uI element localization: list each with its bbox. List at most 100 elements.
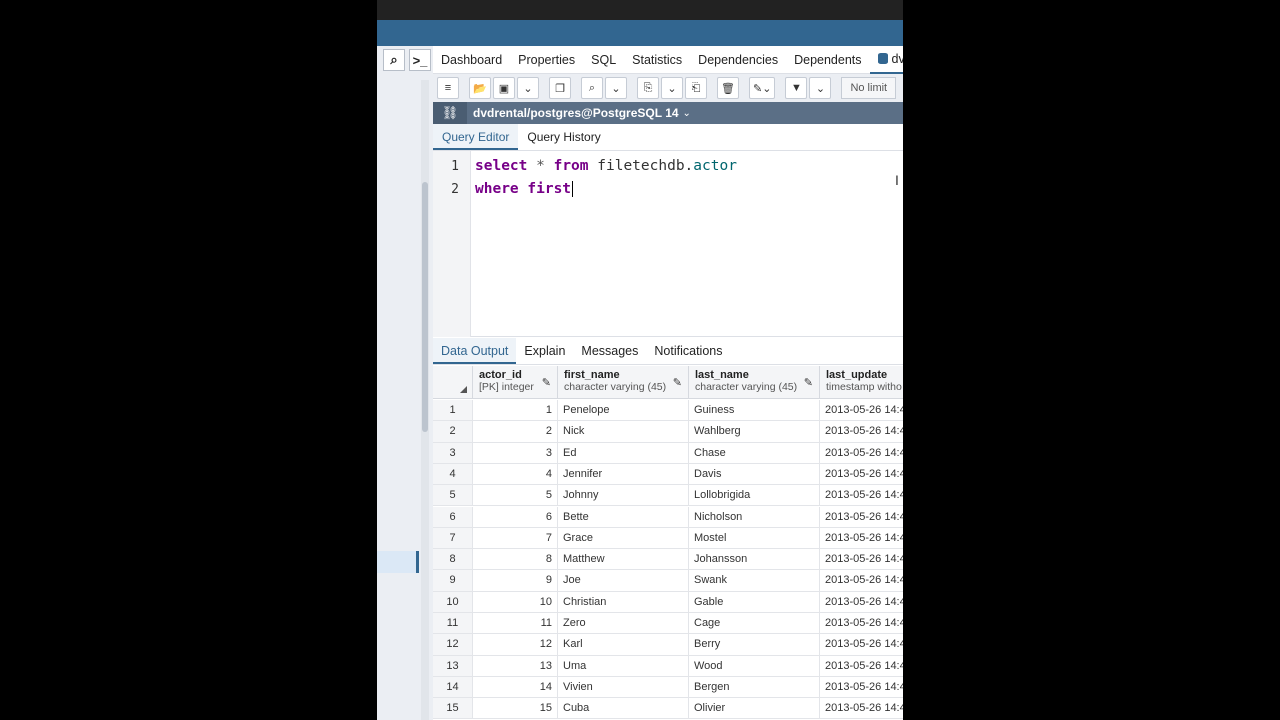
tab-query-history[interactable]: Query History xyxy=(518,124,609,150)
table-row[interactable]: 44JenniferDavis2013-05-26 14:47 xyxy=(433,463,903,486)
cell-actor-id[interactable]: 3 xyxy=(473,442,558,463)
cell-last-update[interactable]: 2013-05-26 14:47 xyxy=(820,507,903,527)
cell-first-name[interactable]: Grace xyxy=(558,527,689,549)
cell-first-name[interactable]: Jennifer xyxy=(558,463,689,485)
cell-actor-id[interactable]: 2 xyxy=(473,421,558,442)
cell-first-name[interactable]: Uma xyxy=(558,655,689,676)
save-icon[interactable]: ▣ xyxy=(493,77,515,99)
copy-chevron-down-icon[interactable]: ⌄ xyxy=(661,77,683,99)
table-row[interactable]: 55JohnnyLollobrigida2013-05-26 14:47 xyxy=(433,485,903,507)
row-number[interactable]: 11 xyxy=(433,613,473,634)
find-icon[interactable]: ⌕ xyxy=(581,77,603,99)
tab-dependencies[interactable]: Dependencies xyxy=(690,46,786,74)
tab-dashboard[interactable]: Dashboard xyxy=(433,46,510,74)
cell-last-update[interactable]: 2013-05-26 14:47 xyxy=(820,698,903,718)
tab-explain[interactable]: Explain xyxy=(516,338,573,364)
table-row[interactable]: 1414VivienBergen2013-05-26 14:47 xyxy=(433,676,903,699)
table-row[interactable]: 1313UmaWood2013-05-26 14:47 xyxy=(433,655,903,677)
cell-actor-id[interactable]: 5 xyxy=(473,485,558,506)
filter-chevron-down-icon[interactable]: ⌄ xyxy=(809,77,832,99)
db-menu-icon[interactable]: ≡ xyxy=(437,77,459,99)
cell-last-name[interactable]: Nicholson xyxy=(689,506,820,527)
tab-dependents[interactable]: Dependents xyxy=(786,46,869,74)
cell-last-update[interactable]: 2013-05-26 14:47 xyxy=(820,570,903,590)
cell-last-name[interactable]: Davis xyxy=(689,463,820,485)
cell-first-name[interactable]: Vivien xyxy=(558,676,689,698)
tab-sql[interactable]: SQL xyxy=(583,46,624,74)
cell-first-name[interactable]: Joe xyxy=(558,570,689,591)
row-number[interactable]: 10 xyxy=(433,591,473,612)
cell-last-name[interactable]: Guiness xyxy=(689,400,820,421)
cell-last-update[interactable]: 2013-05-26 14:47 xyxy=(820,443,903,463)
cell-first-name[interactable]: Matthew xyxy=(558,549,689,570)
cell-actor-id[interactable]: 13 xyxy=(473,655,558,676)
cell-first-name[interactable]: Ed xyxy=(558,442,689,463)
cell-last-name[interactable]: Olivier xyxy=(689,698,820,719)
cell-actor-id[interactable]: 14 xyxy=(473,676,558,698)
cell-last-update[interactable]: 2013-05-26 14:47 xyxy=(820,613,903,633)
table-row[interactable]: 1515CubaOlivier2013-05-26 14:47 xyxy=(433,698,903,720)
cell-last-name[interactable]: Swank xyxy=(689,570,820,591)
tab-query-editor[interactable]: Query Editor xyxy=(433,124,519,150)
cell-last-name[interactable]: Johansson xyxy=(689,549,820,570)
cell-first-name[interactable]: Christian xyxy=(558,591,689,612)
code-line-2[interactable]: where first xyxy=(475,181,574,197)
cell-actor-id[interactable]: 6 xyxy=(473,506,558,527)
cell-actor-id[interactable]: 8 xyxy=(473,549,558,570)
cell-last-update[interactable]: 2013-05-26 14:47 xyxy=(820,464,903,484)
cell-last-name[interactable]: Wood xyxy=(689,655,820,676)
cell-actor-id[interactable]: 7 xyxy=(473,527,558,549)
cell-last-name[interactable]: Bergen xyxy=(689,676,820,698)
cell-actor-id[interactable]: 10 xyxy=(473,591,558,612)
column-header-actor-id[interactable]: actor_id [PK] integer ✎ xyxy=(473,366,558,399)
column-header-last-name[interactable]: last_name character varying (45) ✎ xyxy=(689,366,820,399)
table-row[interactable]: 11PenelopeGuiness2013-05-26 14:47 xyxy=(433,400,903,422)
connection-bar[interactable]: ⛓ dvdrental/postgres@PostgreSQL 14 ⌄ xyxy=(433,102,903,124)
terminal-icon[interactable]: >_ xyxy=(409,49,431,71)
table-row[interactable]: 66BetteNicholson2013-05-26 14:47 xyxy=(433,506,903,528)
cell-actor-id[interactable]: 9 xyxy=(473,570,558,591)
save-data-icon[interactable]: ❐ xyxy=(549,77,571,99)
cell-last-update[interactable]: 2013-05-26 14:47 xyxy=(820,549,903,569)
cell-last-name[interactable]: Chase xyxy=(689,442,820,463)
cell-last-update[interactable]: 2013-05-26 14:47 xyxy=(820,485,903,505)
cell-first-name[interactable]: Zero xyxy=(558,613,689,634)
paste-icon[interactable]: ⎗ xyxy=(685,77,707,99)
row-number[interactable]: 7 xyxy=(433,527,473,549)
table-row[interactable]: 22NickWahlberg2013-05-26 14:47 xyxy=(433,421,903,443)
cell-last-update[interactable]: 2013-05-26 14:47 xyxy=(820,656,903,676)
column-header-last-update[interactable]: last_update timestamp witho xyxy=(820,366,903,399)
cell-last-update[interactable]: 2013-05-26 14:47 xyxy=(820,592,903,612)
cell-last-name[interactable]: Gable xyxy=(689,591,820,612)
row-number[interactable]: 1 xyxy=(433,400,473,421)
row-number[interactable]: 9 xyxy=(433,570,473,591)
cell-actor-id[interactable]: 4 xyxy=(473,463,558,485)
table-row[interactable]: 1212KarlBerry2013-05-26 14:47 xyxy=(433,634,903,656)
row-number[interactable]: 5 xyxy=(433,485,473,506)
row-number[interactable]: 15 xyxy=(433,698,473,719)
cell-last-update[interactable]: 2013-05-26 14:47 xyxy=(820,677,903,697)
cell-first-name[interactable]: Karl xyxy=(558,634,689,655)
cell-first-name[interactable]: Johnny xyxy=(558,485,689,506)
cell-first-name[interactable]: Bette xyxy=(558,506,689,527)
tab-query-tool[interactable]: dvdr xyxy=(869,46,903,74)
row-number[interactable]: 8 xyxy=(433,549,473,570)
cell-first-name[interactable]: Nick xyxy=(558,421,689,442)
find-chevron-down-icon[interactable]: ⌄ xyxy=(605,77,627,99)
tab-statistics[interactable]: Statistics xyxy=(624,46,690,74)
cell-last-name[interactable]: Mostel xyxy=(689,527,820,549)
table-row[interactable]: 77GraceMostel2013-05-26 14:47 xyxy=(433,527,903,550)
tab-data-output[interactable]: Data Output xyxy=(433,338,517,364)
cell-actor-id[interactable]: 15 xyxy=(473,698,558,719)
browser-selected-node[interactable] xyxy=(377,551,419,573)
row-number[interactable]: 14 xyxy=(433,676,473,698)
table-row[interactable]: 1111ZeroCage2013-05-26 14:47 xyxy=(433,613,903,635)
edit-icon[interactable]: ✎⌄ xyxy=(749,77,776,99)
grid-corner[interactable] xyxy=(433,366,473,399)
open-file-icon[interactable]: 📂 xyxy=(469,77,491,99)
cell-last-update[interactable]: 2013-05-26 14:47 xyxy=(820,400,903,420)
row-number[interactable]: 3 xyxy=(433,442,473,463)
delete-icon[interactable]: 🗑 xyxy=(717,77,739,99)
cell-actor-id[interactable]: 12 xyxy=(473,634,558,655)
table-row[interactable]: 99JoeSwank2013-05-26 14:47 xyxy=(433,570,903,592)
